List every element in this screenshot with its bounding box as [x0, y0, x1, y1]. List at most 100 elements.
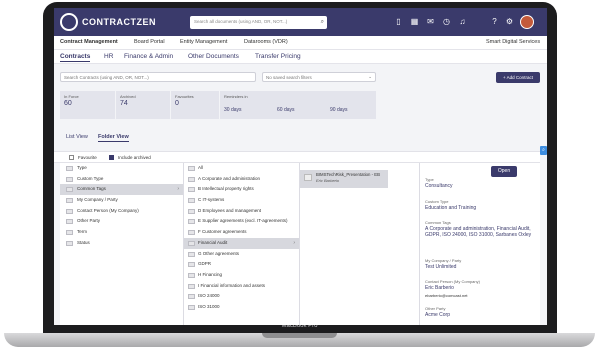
open-button[interactable]: Open	[491, 166, 517, 177]
tab-other-documents[interactable]: Other Documents	[188, 53, 239, 60]
detail-label: Type	[425, 177, 434, 182]
list-item[interactable]: D Employees and management	[184, 206, 299, 217]
tab-transfer-pricing[interactable]: Transfer Pricing	[255, 53, 301, 60]
top-bar: CONTRACTZEN Search all documents (using …	[54, 8, 547, 36]
tag-column: All A Corporate and administration B Int…	[184, 163, 300, 325]
secondary-nav: Contracts HR Finance & Admin Other Docum…	[54, 50, 547, 64]
detail-value[interactable]: Consultancy	[425, 183, 545, 189]
list-item[interactable]: I Financial information and assets	[184, 281, 299, 292]
list-item[interactable]: Contact Person (My Company)	[60, 206, 183, 217]
search-icon[interactable]: ⌕	[321, 19, 324, 26]
add-contract-button[interactable]: + Add Contract	[496, 72, 540, 83]
logo-icon[interactable]	[60, 13, 78, 31]
saved-filters-select[interactable]: No saved search filters ⌄	[262, 72, 376, 82]
detail-value[interactable]: Education and Training	[425, 205, 545, 211]
app-screen: CONTRACTZEN Search all documents (using …	[54, 8, 547, 325]
reminder-90[interactable]: 90 days	[330, 107, 348, 113]
detail-value[interactable]: Acme Corp	[425, 312, 545, 318]
folder-icon	[66, 230, 73, 236]
list-item[interactable]: Custom Type	[60, 174, 183, 185]
company-name[interactable]: Smart Digital Services	[486, 39, 540, 45]
stat-in-force[interactable]: In Force 60	[60, 91, 115, 119]
folder-icon	[188, 240, 195, 246]
gear-icon[interactable]: ⚙	[505, 17, 514, 27]
list-item[interactable]: H Financing	[184, 270, 299, 281]
laptop-notch	[262, 333, 337, 338]
list-item[interactable]: C IT-systems	[184, 195, 299, 206]
document-column: BIMSTechRisk_Presentation - EB Eric Barb…	[300, 163, 420, 325]
reminder-30[interactable]: 30 days	[224, 107, 242, 113]
list-item[interactable]: Common Tags ›	[60, 184, 183, 196]
list-item[interactable]: My Company / Party	[60, 195, 183, 206]
list-item[interactable]: Financial Audit ›	[184, 237, 299, 249]
stat-favourites[interactable]: Favourites 0	[171, 91, 219, 119]
document-icon	[304, 174, 312, 181]
global-search-input[interactable]: Search all documents (using AND, OR, NOT…	[190, 16, 327, 29]
folder-icon	[66, 176, 73, 182]
list-item[interactable]: A Corporate and administration	[184, 174, 299, 185]
include-archived-checkbox[interactable]	[109, 155, 114, 160]
tab-finance-admin[interactable]: Finance & Admin	[124, 53, 173, 60]
nav-contract-management[interactable]: Contract Management	[60, 39, 118, 45]
list-item[interactable]: ISO 31000	[184, 302, 299, 313]
mail-icon[interactable]: ✉	[426, 17, 435, 27]
list-item[interactable]: Type	[60, 163, 183, 174]
list-item[interactable]: Term	[60, 227, 183, 238]
detail-value[interactable]: A Corporate and administration, Financia…	[425, 226, 545, 238]
detail-value[interactable]: Test Unlimited	[425, 264, 545, 270]
nav-board-portal[interactable]: Board Portal	[134, 39, 165, 45]
nav-datarooms[interactable]: Datarooms (VDR)	[244, 39, 288, 45]
folder-icon	[66, 187, 73, 193]
list-item[interactable]: B Intellectual property rights	[184, 184, 299, 195]
folder-icon	[188, 166, 195, 171]
contract-search-input[interactable]: Search Contracts (using AND, OR, NOT...)	[60, 72, 256, 82]
side-panel-toggle-icon[interactable]: ⌕	[540, 146, 547, 155]
stat-value: 74	[120, 100, 128, 107]
detail-email: ebarberio@comcast.net	[425, 293, 468, 298]
folder-icon	[188, 208, 195, 214]
stat-label: Archived	[120, 94, 136, 99]
folder-icon	[188, 251, 195, 257]
brand-name: CONTRACTZEN	[82, 17, 156, 27]
stat-label: Favourites	[175, 94, 194, 99]
detail-value[interactable]: Eric Barberio	[425, 285, 545, 291]
tab-list-view[interactable]: List View	[66, 134, 88, 140]
avatar[interactable]	[520, 15, 534, 29]
folder-icon	[66, 166, 73, 171]
global-search-placeholder: Search all documents (using AND, OR, NOT…	[194, 19, 288, 24]
list-item[interactable]: All	[184, 163, 299, 174]
calendar-icon[interactable]: ▦	[410, 17, 419, 27]
folder-icon	[188, 198, 195, 204]
history-icon[interactable]: ◷	[442, 17, 451, 27]
list-item[interactable]: ISO 24000	[184, 291, 299, 302]
tab-hr[interactable]: HR	[104, 53, 113, 60]
list-item[interactable]: Other Party	[60, 216, 183, 227]
folder-icon	[188, 262, 195, 268]
list-item[interactable]: E Supplier agreements (excl. IT-agreemen…	[184, 216, 299, 227]
category-column: Type Custom Type Common Tags › My Company…	[60, 163, 184, 325]
chevron-right-icon: ›	[177, 186, 179, 193]
favourite-label: Favourite	[78, 155, 97, 160]
include-archived-label: Include archived	[118, 155, 151, 160]
detail-label: My Company / Party	[425, 258, 462, 263]
folder-icon	[188, 230, 195, 236]
reminder-60[interactable]: 60 days	[277, 107, 295, 113]
document-icon[interactable]: ▯	[394, 17, 403, 27]
tab-folder-view[interactable]: Folder View	[98, 134, 129, 142]
reminders-label: Reminders in	[224, 94, 248, 99]
stat-archived[interactable]: Archived 74	[116, 91, 170, 119]
stat-reminders: Reminders in	[220, 91, 376, 119]
folder-icon	[66, 240, 73, 246]
tab-contracts[interactable]: Contracts	[60, 53, 91, 62]
list-item[interactable]: G Other agreements	[184, 249, 299, 260]
favourite-checkbox[interactable]	[69, 155, 74, 160]
bell-icon[interactable]: ♫	[458, 17, 467, 27]
detail-label: Common Tags	[425, 220, 451, 225]
chevron-right-icon: ›	[293, 239, 295, 246]
list-item[interactable]: Status	[60, 238, 183, 249]
list-item[interactable]: F Customer agreements	[184, 227, 299, 238]
help-icon[interactable]: ?	[490, 17, 499, 27]
document-item[interactable]: BIMSTechRisk_Presentation - EB Eric Barb…	[300, 170, 388, 188]
nav-entity-management[interactable]: Entity Management	[180, 39, 227, 45]
list-item[interactable]: GDPR	[184, 259, 299, 270]
